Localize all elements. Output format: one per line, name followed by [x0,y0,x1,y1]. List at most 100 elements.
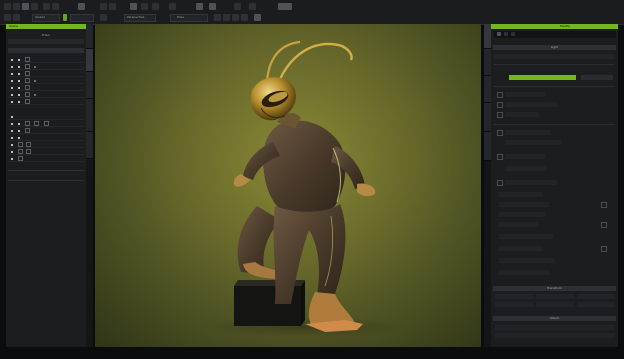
checkbox[interactable] [601,222,607,228]
property-row[interactable] [499,270,549,275]
attach-section-header[interactable]: Attach [493,316,616,321]
scene-tree-row[interactable] [8,142,84,148]
visibility-icon[interactable] [11,73,13,75]
checkbox[interactable] [497,92,503,98]
render-mode-dropdown[interactable]: Pose [170,14,208,22]
visibility-icon[interactable] [11,66,13,68]
tab-visual-effects[interactable] [86,132,93,159]
menu-icon[interactable] [4,3,11,10]
visibility-icon[interactable] [11,80,13,82]
fullscreen-icon[interactable] [254,14,261,21]
render-mode-icon[interactable] [209,3,216,10]
tab-scene[interactable] [86,72,93,99]
property-row[interactable] [499,212,545,217]
black-box-prop[interactable] [234,280,305,326]
checkbox[interactable] [601,246,607,252]
brush-icon[interactable] [504,32,508,36]
tab-material[interactable] [484,103,491,132]
property-row[interactable] [505,112,539,117]
scene-tree-row[interactable] [8,57,84,63]
move-icon[interactable] [100,3,107,10]
light-color-swatch[interactable] [509,75,576,80]
attach-bone-field[interactable] [495,333,615,338]
rotation-x-field[interactable] [495,302,533,307]
position-z-field[interactable] [577,294,615,299]
rotation-y-field[interactable] [536,302,574,307]
select-icon[interactable] [78,3,85,10]
lock-icon[interactable] [18,130,20,132]
scene-tree-row[interactable] [8,114,84,120]
visibility-icon[interactable] [11,151,13,153]
snap-icon[interactable] [141,3,148,10]
lock-icon[interactable] [18,137,20,139]
position-x-field[interactable] [495,294,533,299]
checkbox[interactable] [497,180,503,186]
property-row[interactable] [505,180,557,185]
property-row[interactable] [505,140,561,145]
property-row[interactable] [499,202,549,207]
coordinate-dropdown[interactable] [70,14,94,22]
lock-icon[interactable] [18,101,20,103]
visibility-icon[interactable] [11,59,13,61]
property-row[interactable] [505,130,551,135]
visibility-icon[interactable] [11,116,13,118]
visibility-icon[interactable] [11,158,13,160]
rotate-icon[interactable] [109,3,116,10]
tab-content[interactable] [86,24,93,49]
property-row[interactable] [499,246,543,251]
tab-modifier[interactable] [86,99,93,132]
undo-icon[interactable] [43,3,50,10]
light-name-field[interactable] [494,54,615,59]
scene-tree-row[interactable] [8,85,84,91]
scene-tree-row[interactable] [8,64,84,70]
pose-icon[interactable] [196,3,203,10]
tab-smart[interactable] [484,76,491,103]
light-icon[interactable] [169,3,176,10]
settings-icon[interactable] [511,32,515,36]
visibility-icon[interactable] [11,123,13,125]
new-file-icon[interactable] [13,3,20,10]
rotation-z-field[interactable] [577,302,615,307]
checkbox[interactable] [497,130,503,136]
expand-icon[interactable] [34,66,36,68]
scene-tree-row[interactable] [8,99,84,105]
position-y-field[interactable] [536,294,574,299]
checkbox[interactable] [497,102,503,108]
scene-search-input[interactable] [8,39,84,44]
scene-tree-row[interactable] [8,156,84,162]
scene-tree-row[interactable] [8,78,84,84]
scene-tree-row[interactable] [8,121,84,127]
property-row[interactable] [505,92,545,97]
fit-view-icon[interactable] [214,14,221,21]
display-icon[interactable] [249,3,256,10]
property-row[interactable] [505,102,557,107]
expand-icon[interactable] [34,80,36,82]
visibility-icon[interactable] [11,137,13,139]
pan-icon[interactable] [223,14,230,21]
visibility-icon[interactable] [11,144,13,146]
tab-visual[interactable] [484,49,491,76]
property-row[interactable] [505,154,545,159]
tab-camera[interactable] [484,132,491,161]
lock-icon[interactable] [18,80,20,82]
zoom-icon[interactable] [241,14,248,21]
checkbox[interactable] [601,202,607,208]
scale-icon[interactable] [130,3,137,10]
import-icon[interactable] [13,14,20,21]
checkbox[interactable] [497,154,503,160]
expand-icon[interactable] [34,94,36,96]
property-row[interactable] [505,166,547,171]
align-icon[interactable] [100,14,107,21]
transform-section-header[interactable]: Transform [493,286,616,291]
lock-icon[interactable] [18,66,20,68]
3d-viewport[interactable] [95,24,481,347]
redo-icon[interactable] [52,3,59,10]
property-row[interactable] [499,192,543,197]
visibility-icon[interactable] [11,87,13,89]
viewport-switch-button[interactable] [278,3,292,10]
scene-tree-row[interactable] [8,149,84,155]
grid-icon[interactable] [234,3,241,10]
light-section-header[interactable]: Light [493,45,616,50]
light-value-field[interactable] [581,75,613,80]
lock-icon[interactable] [18,87,20,89]
